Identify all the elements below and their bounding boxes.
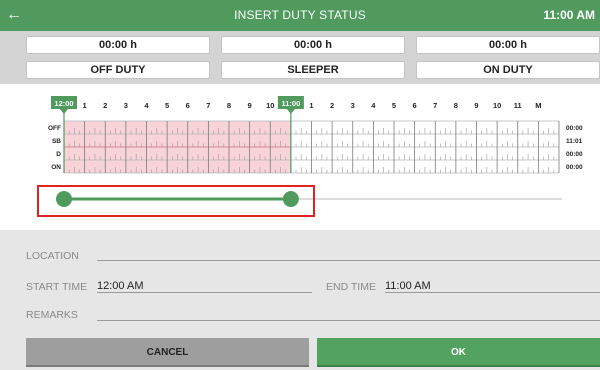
duty-log-grid[interactable]: 1 2 3 4 5 6 7 8 9 10 1 2 3 4 5 6 7 8 9 10 11 M OFF 00:00 SB 11:01… bbox=[0, 84, 600, 230]
start-time-underline bbox=[97, 292, 312, 293]
slider-start-handle[interactable] bbox=[56, 191, 72, 207]
cancel-button[interactable]: CANCEL bbox=[26, 338, 309, 367]
sleeper-hours: 00:00 h bbox=[221, 36, 405, 54]
hour-label: 10 bbox=[493, 101, 501, 110]
row-label-on: ON bbox=[51, 164, 61, 171]
hour-label: 2 bbox=[330, 101, 334, 110]
row-total: 11:01 bbox=[566, 138, 583, 145]
hour-label: 6 bbox=[186, 101, 190, 110]
remarks-label: REMARKS bbox=[26, 309, 78, 321]
start-time-label: START TIME bbox=[26, 281, 88, 293]
off-duty-hours: 00:00 h bbox=[26, 36, 210, 54]
hour-label: M bbox=[535, 101, 541, 110]
row-total: 00:00 bbox=[566, 125, 583, 132]
row-label-off: OFF bbox=[48, 125, 61, 132]
sleeper-button[interactable]: SLEEPER bbox=[221, 61, 405, 79]
hour-label: 9 bbox=[474, 101, 478, 110]
row-label-d: D bbox=[56, 151, 61, 158]
duty-summary: 00:00 h 00:00 h 00:00 h OFF DUTY SLEEPER… bbox=[0, 31, 600, 84]
hour-label: 5 bbox=[165, 101, 169, 110]
row-total: 00:00 bbox=[566, 151, 583, 158]
end-time-underline bbox=[385, 292, 600, 293]
location-label: LOCATION bbox=[26, 250, 79, 262]
hour-label: 9 bbox=[248, 101, 252, 110]
hour-label: 8 bbox=[227, 101, 231, 110]
hour-label: 2 bbox=[103, 101, 107, 110]
hour-label: 8 bbox=[454, 101, 458, 110]
off-duty-button[interactable]: OFF DUTY bbox=[26, 61, 210, 79]
hour-label: 4 bbox=[144, 101, 149, 110]
hour-label: 10 bbox=[266, 101, 274, 110]
duty-form: LOCATION START TIME 12:00 AM END TIME 11… bbox=[0, 230, 600, 370]
hour-label: 11 bbox=[514, 101, 522, 110]
page-title: INSERT DUTY STATUS bbox=[234, 8, 366, 22]
on-duty-hours: 00:00 h bbox=[416, 36, 600, 54]
duty-chart-area: 1 2 3 4 5 6 7 8 9 10 1 2 3 4 5 6 7 8 9 10 11 M OFF 00:00 SB 11:01… bbox=[0, 84, 600, 230]
start-time-input[interactable]: 12:00 AM bbox=[97, 280, 143, 292]
hour-label: 1 bbox=[83, 101, 87, 110]
row-label-sb: SB bbox=[52, 138, 61, 145]
row-total: 00:00 bbox=[566, 164, 583, 171]
hour-label: 7 bbox=[433, 101, 437, 110]
slider-end-handle[interactable] bbox=[282, 191, 299, 207]
hour-label: 1 bbox=[309, 101, 313, 110]
hour-label: 7 bbox=[206, 101, 210, 110]
hour-label: 3 bbox=[351, 101, 355, 110]
remarks-underline bbox=[97, 320, 600, 321]
slider-highlight-frame bbox=[37, 185, 315, 217]
on-duty-button[interactable]: ON DUTY bbox=[416, 61, 600, 79]
end-time-input[interactable]: 11:00 AM bbox=[385, 280, 431, 292]
location-underline bbox=[97, 260, 600, 261]
hour-label: 5 bbox=[392, 101, 396, 110]
end-time-label: END TIME bbox=[326, 281, 376, 293]
hour-label: 3 bbox=[124, 101, 128, 110]
start-marker-label: 12:00 bbox=[54, 99, 73, 108]
hour-label: 6 bbox=[413, 101, 417, 110]
ok-button[interactable]: OK bbox=[317, 338, 600, 367]
end-marker-label: 11:00 bbox=[281, 99, 300, 108]
hour-label: 4 bbox=[371, 101, 376, 110]
current-time: 11:00 AM bbox=[543, 8, 595, 22]
app-bar: ← INSERT DUTY STATUS 11:00 AM bbox=[0, 0, 600, 31]
